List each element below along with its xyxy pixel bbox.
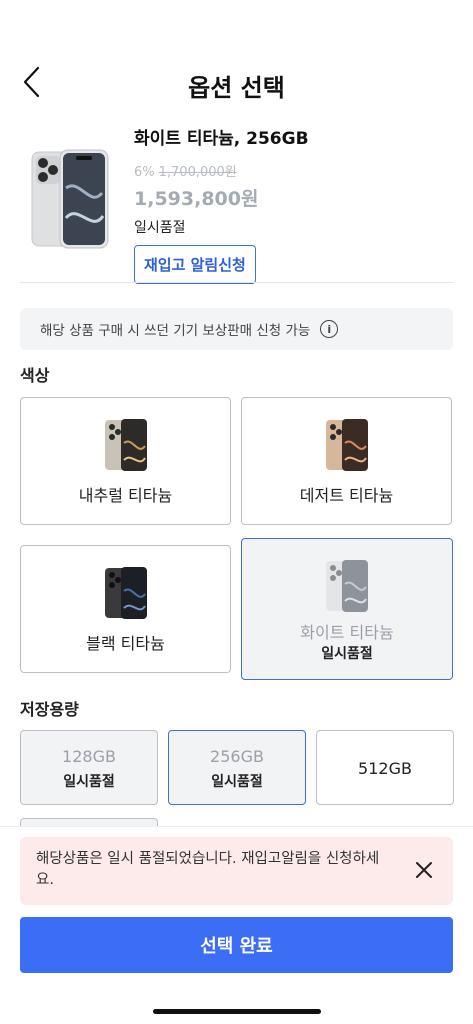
header: 옵션 선택: [0, 52, 473, 112]
storage-option-256gb[interactable]: 256GB 일시품절: [168, 730, 306, 805]
color-option-name: 내추럴 티타늄: [78, 486, 173, 505]
color-option-black-titanium[interactable]: 블랙 티타늄: [20, 545, 231, 673]
storage-option-name: 512GB: [358, 759, 412, 778]
storage-option-status: 일시품절: [63, 774, 115, 790]
home-indicator: [152, 1009, 321, 1014]
storage-option-128gb[interactable]: 128GB 일시품절: [20, 730, 158, 805]
divider: [20, 282, 453, 283]
toast-text: 해당상품은 일시 품절되었습니다. 재입고알림을 신청하세요.: [36, 851, 380, 888]
color-option-name: 블랙 티타늄: [86, 634, 165, 653]
info-icon[interactable]: i: [320, 320, 339, 338]
page-title: 옵션 선택: [188, 74, 285, 102]
color-option-desert-titanium[interactable]: 데저트 티타늄: [241, 397, 452, 525]
product-info: 화이트 티타늄, 256GB 6% 1,700,000원 1,593,800원 일…: [134, 122, 449, 284]
color-option-name: 데저트 티타늄: [299, 486, 394, 505]
sale-price: 1,593,800원: [134, 188, 259, 210]
phone-thumbnail: [104, 419, 147, 471]
original-price-row: 6% 1,700,000원: [134, 161, 449, 180]
color-option-name: 화이트 티타늄: [300, 623, 394, 642]
storage-option-512gb[interactable]: 512GB: [316, 730, 454, 805]
notice-text: 해당 상품 구매 시 쓰던 기기 보상판매 신청 가능: [40, 323, 311, 339]
color-section-label: 색상: [20, 366, 50, 385]
product-summary: 화이트 티타늄, 256GB 6% 1,700,000원 1,593,800원 일…: [24, 122, 449, 284]
phone-thumbnail: [104, 567, 147, 619]
close-icon[interactable]: [413, 859, 435, 881]
soldout-toast: 해당상품은 일시 품절되었습니다. 재입고알림을 신청하세요.: [20, 837, 453, 905]
color-option-natural-titanium[interactable]: 내추럴 티타늄: [20, 397, 231, 525]
color-option-white-titanium[interactable]: 화이트 티타늄 일시품절: [241, 538, 453, 680]
phone-thumbnail: [325, 419, 368, 471]
stock-status: 일시품절: [134, 220, 186, 236]
product-image: [31, 149, 109, 249]
original-price: 1,700,000원: [158, 165, 237, 180]
storage-section-label: 저장용량: [20, 700, 79, 719]
phone-thumbnail: [326, 560, 368, 612]
storage-option-status: 일시품절: [211, 774, 263, 790]
confirm-selection-button[interactable]: 선택 완료: [20, 917, 453, 973]
bottom-action-sheet: 해당상품은 일시 품절되었습니다. 재입고알림을 신청하세요. 선택 완료: [0, 826, 473, 1024]
trade-in-notice: 해당 상품 구매 시 쓰던 기기 보상판매 신청 가능 i: [20, 308, 453, 350]
restock-alert-button[interactable]: 재입고 알림신청: [134, 245, 256, 284]
product-name: 화이트 티타늄, 256GB: [134, 129, 309, 149]
storage-option-name: 128GB: [62, 747, 116, 766]
color-option-status: 일시품절: [321, 646, 373, 662]
storage-option-name: 256GB: [210, 747, 264, 766]
discount-rate: 6%: [134, 165, 155, 180]
